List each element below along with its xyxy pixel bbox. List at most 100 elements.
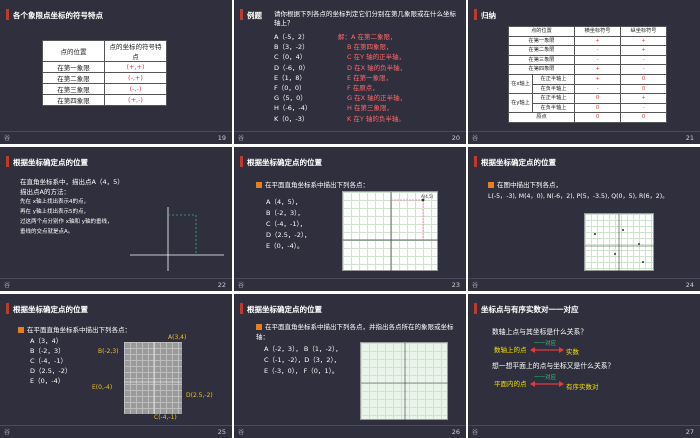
double-arrow-icon	[530, 347, 564, 353]
table-header: 点的坐标的符号特点	[104, 40, 167, 62]
title-bar	[240, 9, 243, 20]
table-cell: 在负半轴上	[532, 102, 575, 114]
footer-logo-icon: 谷	[472, 135, 479, 142]
table-cell: 在第一象限	[42, 61, 105, 73]
footer-logo-icon: 谷	[472, 429, 479, 436]
title-bar	[474, 303, 477, 314]
list-item: C（-4，-1）	[30, 357, 68, 365]
question-text: 请你根据下列各点的坐标判定它们分别在第几象限或在什么坐标轴上？	[274, 10, 456, 27]
point-list: A（3，4） B（-2，3） C（-4，-1） D（2.5，-2） E（0，-4…	[30, 336, 71, 386]
title-bar	[474, 9, 477, 20]
footer-logo-icon: 谷	[238, 135, 245, 142]
answer-list: 解：A 在第二象限， B 在第四象限， C 在Y 轴的正半轴， D 在X 轴的负…	[338, 32, 406, 124]
list-item: B（3，-2）	[274, 43, 309, 52]
slide-number: 25	[217, 428, 226, 436]
slide-footer: 谷 27	[472, 426, 694, 436]
instruction-text: 在平面直角坐标系中描出下列各点：	[18, 324, 131, 334]
slide-24[interactable]: 根据坐标确定点的位置 在图中描出下列各点， L(-5，-3), M(4，0), …	[468, 147, 700, 291]
table-header: 点的位置	[508, 26, 575, 37]
list-item: C（-4，-1），	[266, 220, 307, 228]
table-cell: +	[620, 45, 667, 56]
point-list: A（4，5）， B（-2，3）， C（-4，-1）， D（2.5，-2）， E（…	[266, 197, 311, 252]
point-label-c: C(-4,-1)	[154, 414, 177, 421]
table-cell: 在第四象限	[508, 64, 575, 75]
list-item: F（0，0）	[274, 84, 306, 93]
table-cell: +	[620, 93, 667, 104]
list-item: D 在X 轴的负半轴，	[347, 63, 407, 72]
slide-number: 21	[685, 134, 694, 142]
question-1: 数轴上点与其坐标是什么关系？	[492, 328, 588, 336]
point-label-e: E(0,-4)	[92, 384, 113, 391]
table-cell: 在正半轴上	[532, 73, 575, 85]
slide-title: 例题	[247, 11, 262, 20]
list-item: E（0，-4）。	[266, 242, 304, 250]
footer-logo-icon: 谷	[472, 282, 479, 289]
slide-23[interactable]: 根据坐标确定点的位置 在平面直角坐标系中描出下列各点： A（4，5）， B（-2…	[234, 147, 466, 291]
list-item: E 在第一象限，	[347, 73, 393, 82]
table-cell: (+,-)	[104, 94, 167, 106]
list-item: H 在第三象限，	[347, 104, 393, 113]
table-cell: 在x轴上	[508, 73, 533, 95]
slide-number: 20	[451, 134, 460, 142]
slide-19[interactable]: 各个象限点坐标的符号特点 点的位置 点的坐标的符号特点 在第一象限 (+,+) 在…	[0, 0, 232, 144]
table-cell: 0	[574, 112, 621, 123]
list-item: A（3，4）	[30, 337, 63, 345]
list-item: 再在 y轴上找出表示5的点，	[20, 209, 90, 215]
list-item: G（5，0）	[274, 94, 307, 103]
title-bar	[6, 303, 9, 314]
list-item: B（-2，3），	[266, 209, 304, 217]
slide-20[interactable]: 例题 请你根据下列各点的坐标判定它们分别在第几象限或在什么坐标轴上？ A（-5，…	[234, 0, 466, 144]
coordinate-plane	[130, 207, 224, 271]
list-item: E（0，-4）	[30, 377, 65, 385]
slide-25[interactable]: 根据坐标确定点的位置 在平面直角坐标系中描出下列各点： A（3，4） B（-2，…	[0, 294, 232, 438]
slide-title: 各个象限点坐标的符号特点	[13, 11, 103, 20]
list-item: 描出点A的方法：	[20, 188, 70, 196]
footer-logo-icon: 谷	[238, 429, 245, 436]
table-cell: 0	[574, 93, 621, 104]
slide-number: 27	[685, 428, 694, 436]
coordinate-grid	[584, 213, 655, 272]
footer-logo-icon: 谷	[238, 282, 245, 289]
table-cell: 在第二象限	[508, 45, 575, 56]
table-cell: 在第一象限	[508, 35, 575, 47]
table-cell: 0	[620, 73, 667, 85]
table-cell: +	[574, 64, 621, 75]
table-cell: 在y轴上	[508, 93, 533, 114]
table-header: 纵坐标符号	[620, 26, 667, 37]
coordinate-grid	[360, 342, 449, 421]
list-item: G 在X 轴的正半轴，	[347, 94, 407, 103]
table-cell: -	[574, 45, 621, 56]
table-cell: 在第四象限	[42, 94, 105, 106]
bullet-icon	[488, 182, 494, 188]
slide-26[interactable]: 根据坐标确定点的位置 在平面直角坐标系中描出下列各点，并指出各点所在的象限或坐标…	[234, 294, 466, 438]
list-item: B（-2，3）	[30, 347, 65, 355]
point-label-a: A(3,4)	[168, 334, 187, 341]
title-bar	[240, 156, 243, 167]
table-cell: -	[574, 54, 621, 66]
slide-title: 根据坐标确定点的位置	[13, 305, 88, 314]
point-label: A(4,5)	[421, 194, 434, 199]
list-item: A（-2，3）， B（1，-2），	[264, 345, 342, 353]
table-cell: 在第三象限	[508, 54, 575, 66]
instruction-text: 在平面直角坐标系中描出下列各点：	[256, 179, 369, 189]
slide-21[interactable]: 归纳 点的位置 横坐标符号 纵坐标符号 在第一象限 + + 在第二象限 - + 在第三象…	[468, 0, 700, 144]
list-item: C 在Y 轴的正半轴，	[347, 53, 406, 62]
list-item: D（2.5，-2）	[30, 367, 72, 375]
coordinate-grid: A(4,5)	[342, 191, 439, 272]
slide-22[interactable]: 根据坐标确定点的位置 在直角坐标系中，描出点A（4，5） 描出点A的方法： 先在…	[0, 147, 232, 291]
slide-27[interactable]: 坐标点与有序实数对一一对应 数轴上点与其坐标是什么关系？ 数轴上的点 一一对应 …	[468, 294, 700, 438]
list-item: E（1，8）	[274, 73, 306, 82]
table-cell: 0	[620, 112, 667, 123]
table-cell: +	[574, 73, 621, 85]
method-text: 在直角坐标系中，描出点A（4，5） 描出点A的方法： 先在 x轴上找出表示4的点…	[20, 177, 124, 237]
point-list: A（-5，2） B（3，-2） C（0，4） D（-6，0） E（1，8） F（…	[274, 32, 311, 124]
list-item: A（4，5），	[266, 198, 302, 206]
quadrant-sign-table: 点的位置 点的坐标的符号特点 在第一象限 (+,+) 在第二象限 (-,+) 在第三…	[42, 40, 167, 106]
list-item: 在直角坐标系中，描出点A（4，5）	[20, 178, 124, 186]
instruction-text: 在图中描出下列各点，	[488, 179, 562, 189]
table-cell: -	[620, 64, 667, 75]
bullet-icon	[256, 182, 262, 188]
double-arrow-icon	[530, 381, 564, 387]
table-header: 横坐标符号	[574, 26, 621, 37]
table-cell: 在第三象限	[42, 83, 105, 95]
